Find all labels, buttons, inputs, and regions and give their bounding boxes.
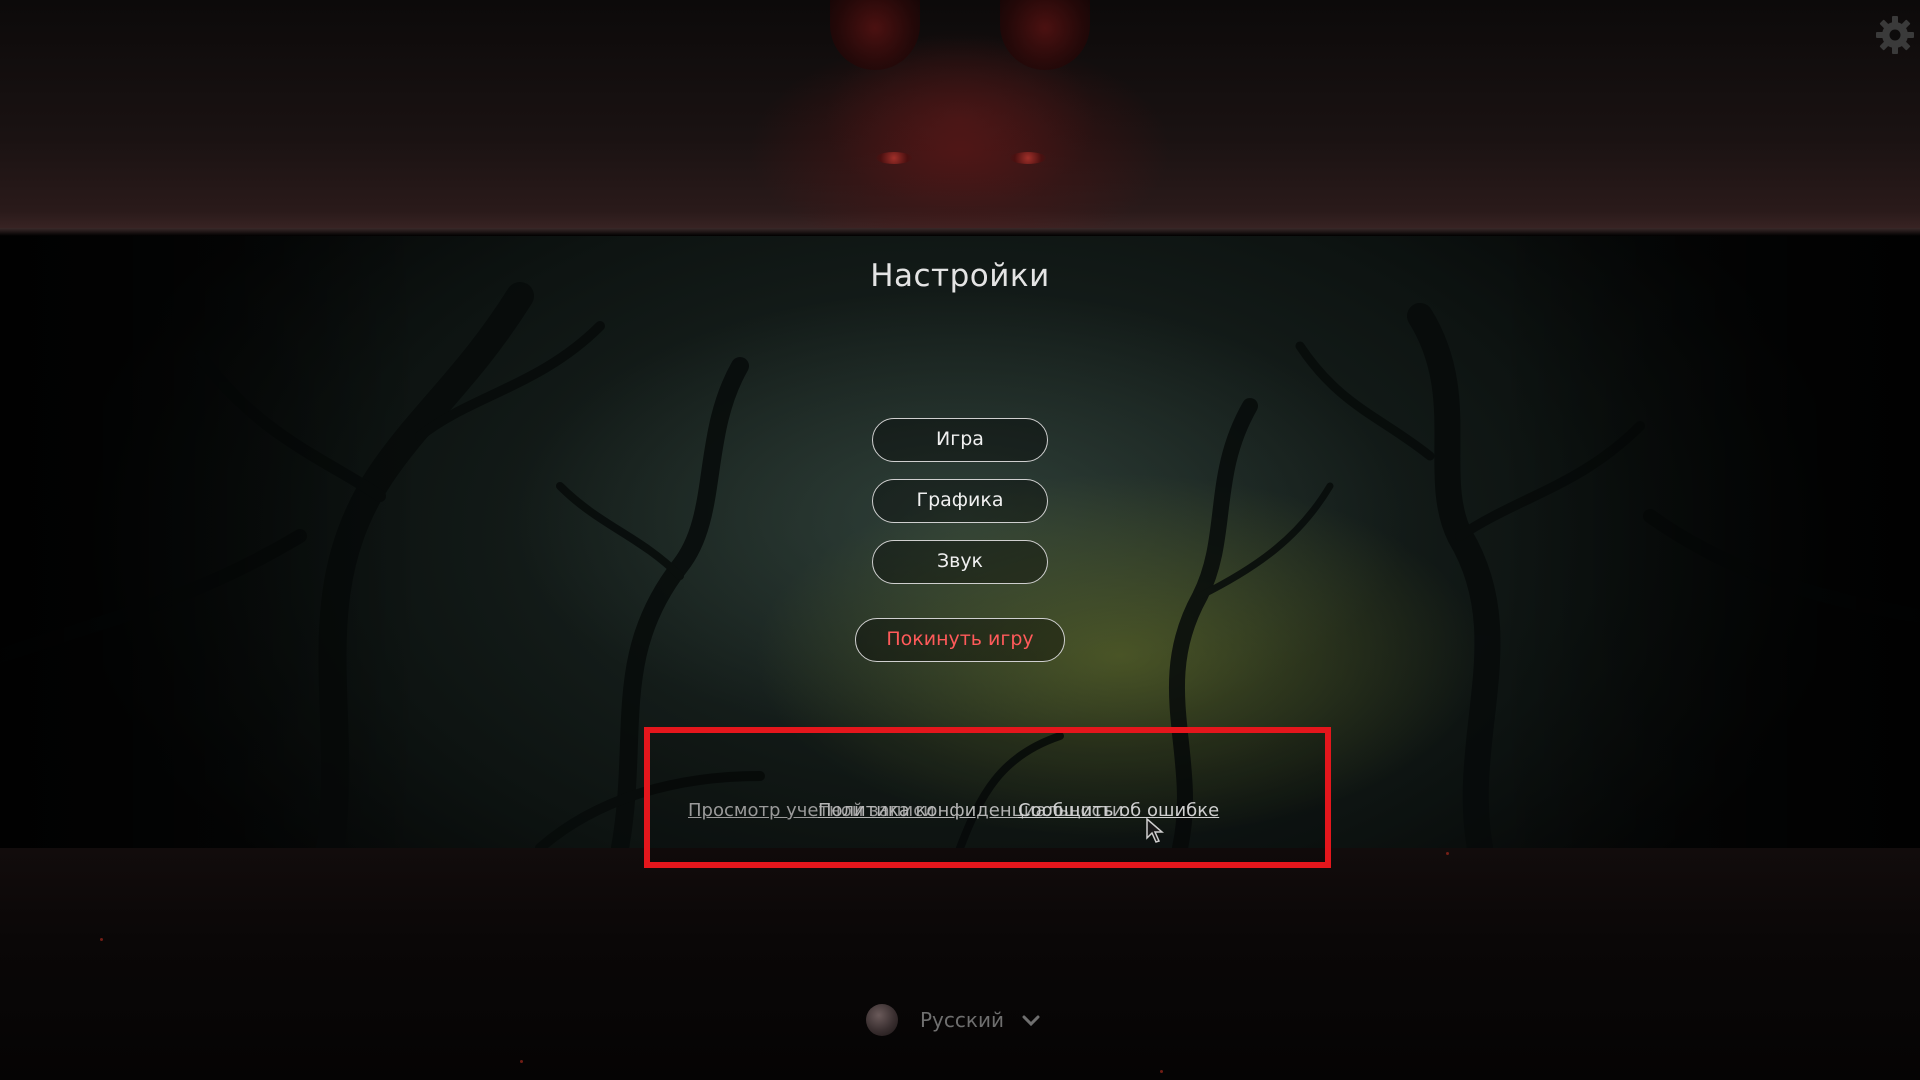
ember-particle xyxy=(1160,1070,1163,1073)
game-settings-button[interactable]: Игра xyxy=(872,418,1048,462)
eye-left-art xyxy=(876,152,912,164)
quit-game-button[interactable]: Покинуть игру xyxy=(855,618,1065,662)
page-title: Настройки xyxy=(870,258,1050,294)
footer-background xyxy=(0,848,1920,1080)
ember-particle xyxy=(100,938,103,941)
report-bug-link[interactable]: Сообщить об ошибке xyxy=(1018,800,1219,821)
mouse-cursor-icon xyxy=(1146,818,1165,843)
chevron-down-icon xyxy=(1022,1015,1040,1027)
ember-particle xyxy=(520,1060,523,1063)
globe-icon xyxy=(866,1004,898,1036)
graphics-settings-button[interactable]: Графика xyxy=(872,479,1048,523)
gear-icon[interactable] xyxy=(1874,14,1916,56)
highlight-box xyxy=(644,727,1331,868)
ember-particle xyxy=(1446,852,1449,855)
language-selector[interactable]: Русский xyxy=(866,1002,1042,1038)
eye-right-art xyxy=(1010,152,1046,164)
header-divider xyxy=(0,228,1920,236)
sound-settings-button[interactable]: Звук xyxy=(872,540,1048,584)
language-label: Русский xyxy=(920,1008,1004,1032)
character-art xyxy=(760,0,1160,230)
